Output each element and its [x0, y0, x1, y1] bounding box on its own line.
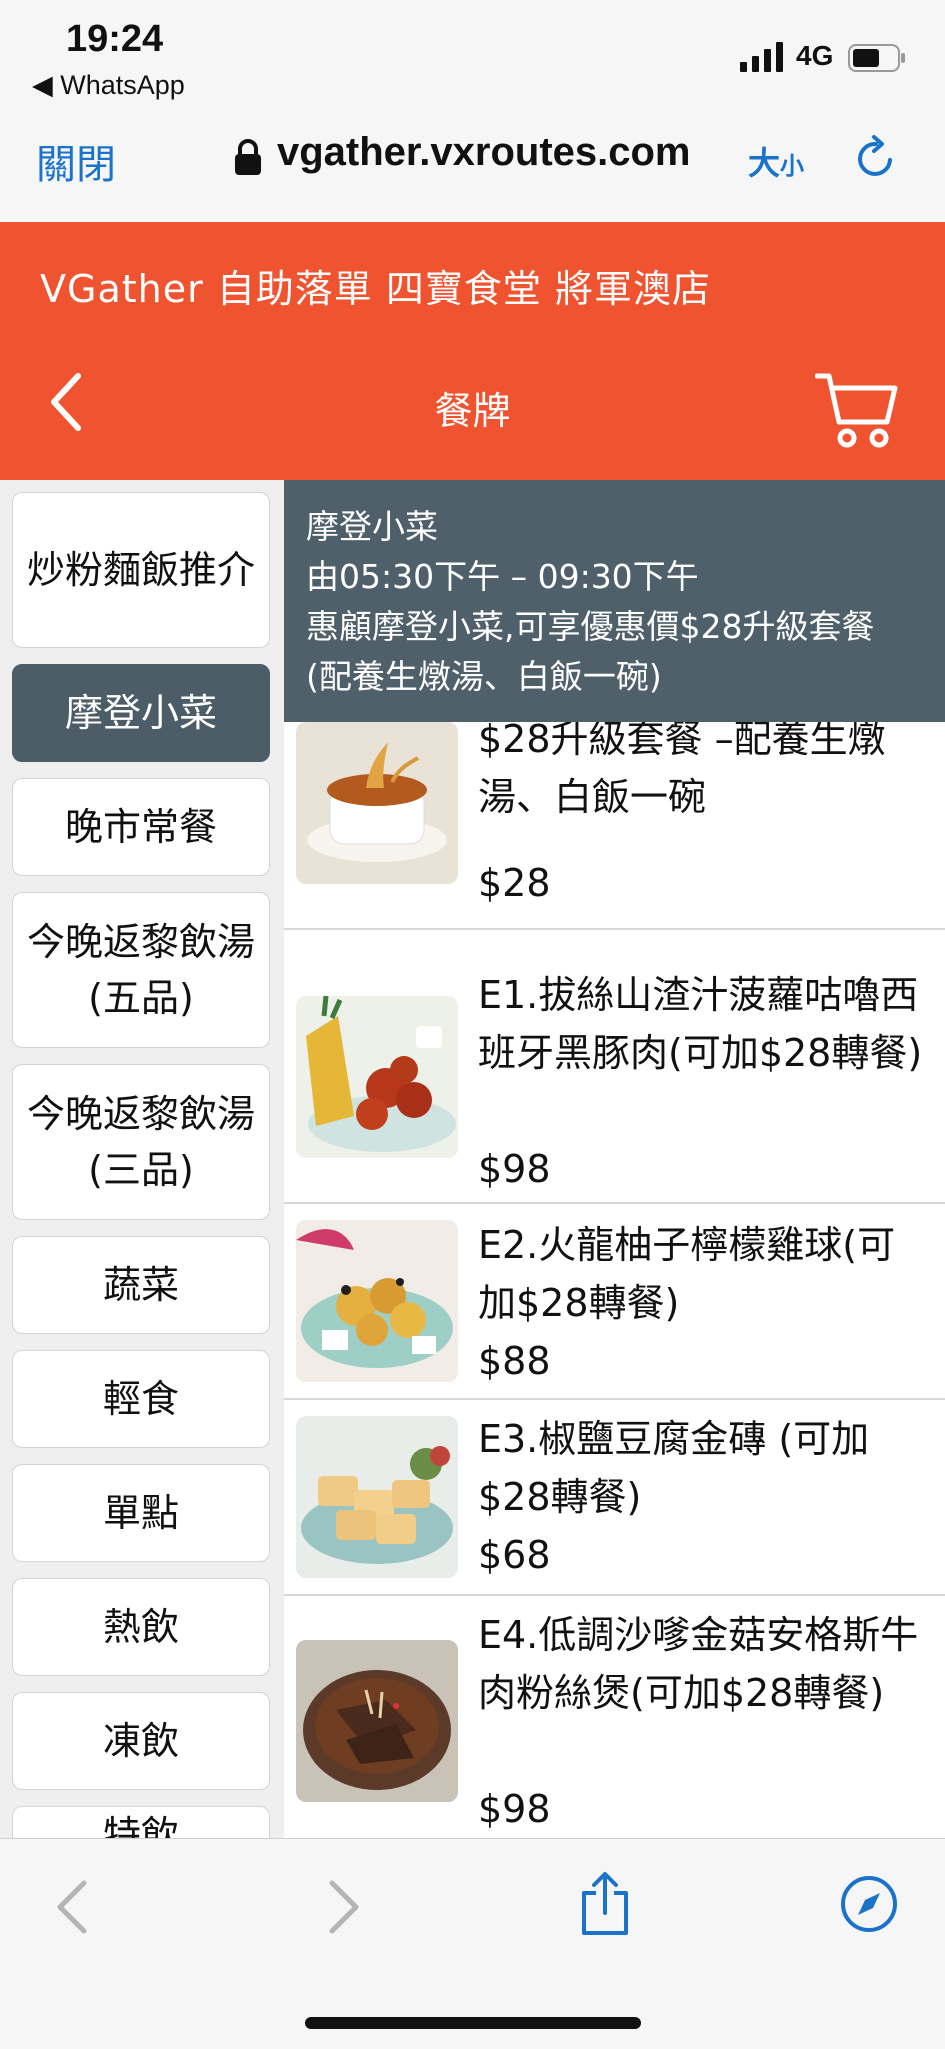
item-price: $68 [478, 1533, 551, 1577]
status-bar: 19:24 ◀ WhatsApp 4G [0, 0, 945, 110]
store-title: VGather 自助落單 四寶食堂 將軍澳店 [40, 267, 711, 311]
home-indicator [305, 2017, 641, 2029]
item-price: $98 [478, 1147, 551, 1191]
browser-back-icon[interactable] [54, 1879, 90, 1935]
category-info-name: 摩登小菜 [306, 507, 438, 546]
category-item[interactable]: 單點 [12, 1464, 270, 1562]
url-address[interactable]: vgather.vxroutes.com [277, 130, 691, 175]
item-name: E1.拔絲山渣汁菠蘿咕嚕西班牙黑豚肉(可加$28轉餐) [478, 973, 923, 1075]
browser-toolbar: 關閉 vgather.vxroutes.com 大小 [0, 110, 945, 223]
tofu-photo [296, 1416, 458, 1578]
text-size-big-label: 大 [748, 144, 781, 182]
app-header: VGather 自助落單 四寶食堂 將軍澳店 餐牌 [0, 222, 945, 480]
category-item[interactable]: 特飲 [12, 1806, 270, 1838]
page-title: 餐牌 [434, 389, 511, 433]
menu-item[interactable]: E1.拔絲山渣汁菠蘿咕嚕西班牙黑豚肉(可加$28轉餐) $98 [284, 950, 945, 1204]
share-icon[interactable] [578, 1871, 632, 1937]
close-button[interactable]: 關閉 [36, 132, 116, 190]
category-item[interactable]: 輕食 [12, 1350, 270, 1448]
menu-item[interactable]: E3.椒鹽豆腐金磚 (可加$28轉餐) $68 [284, 1398, 945, 1596]
menu-item[interactable]: E2.火龍柚子檸檬雞球(可加$28轉餐) $88 [284, 1202, 945, 1400]
text-size-button[interactable]: 大小 [748, 138, 804, 184]
reload-icon[interactable] [852, 134, 900, 182]
category-info-banner: 摩登小菜 由05:30下午 – 09:30下午 惠顧摩登小菜,可享優惠價$28升… [284, 480, 945, 722]
category-item[interactable]: 今晚返黎飲湯(三品) [12, 1064, 270, 1220]
item-price: $28 [478, 861, 551, 905]
category-item[interactable]: 凍飲 [12, 1692, 270, 1790]
item-name: E4.低調沙嗲金菇安格斯牛肉粉絲煲(可加$28轉餐) [478, 1613, 919, 1715]
category-info-hours: 由05:30下午 – 09:30下午 [306, 557, 699, 596]
category-item[interactable]: 晚市常餐 [12, 778, 270, 876]
lock-icon [235, 139, 261, 175]
category-info-desc-2: (配養生燉湯、白飯一碗) [306, 657, 662, 696]
category-item[interactable]: 熱飲 [12, 1578, 270, 1676]
browser-bottom-bar [0, 1838, 945, 2049]
browser-forward-icon[interactable] [326, 1879, 362, 1935]
battery-icon [848, 44, 905, 72]
compass-icon[interactable] [840, 1875, 898, 1933]
category-item-active[interactable]: 摩登小菜 [12, 664, 270, 762]
category-info-desc: 惠顧摩登小菜,可享優惠價$28升級套餐 [306, 607, 875, 646]
chicken-photo [296, 1220, 458, 1382]
network-label: 4G [796, 40, 834, 71]
item-price: $98 [478, 1787, 551, 1831]
status-time: 19:24 [66, 18, 164, 60]
signal-icon [740, 42, 783, 72]
category-item[interactable]: 今晚返黎飲湯(五品) [12, 892, 270, 1048]
beef-pot-photo [296, 1640, 458, 1802]
category-sidebar[interactable]: 炒粉麵飯推介 摩登小菜 晚市常餐 今晚返黎飲湯(五品) 今晚返黎飲湯(三品) 蔬… [0, 480, 284, 1838]
item-price: $88 [478, 1339, 551, 1383]
sweet-sour-pork-photo [296, 996, 458, 1158]
item-name: E2.火龍柚子檸檬雞球(可加$28轉餐) [478, 1223, 896, 1325]
back-to-app-link[interactable]: ◀ WhatsApp [32, 70, 185, 101]
cart-icon[interactable] [815, 370, 899, 450]
item-name: E3.椒鹽豆腐金磚 (可加$28轉餐) [478, 1417, 870, 1519]
text-size-small-label: 小 [780, 152, 805, 180]
menu-item[interactable]: E4.低調沙嗲金菇安格斯牛肉粉絲煲(可加$28轉餐) $98 [284, 1594, 945, 1838]
soup-photo [296, 722, 458, 884]
category-item[interactable]: 蔬菜 [12, 1236, 270, 1334]
category-item[interactable]: 炒粉麵飯推介 [12, 492, 270, 648]
